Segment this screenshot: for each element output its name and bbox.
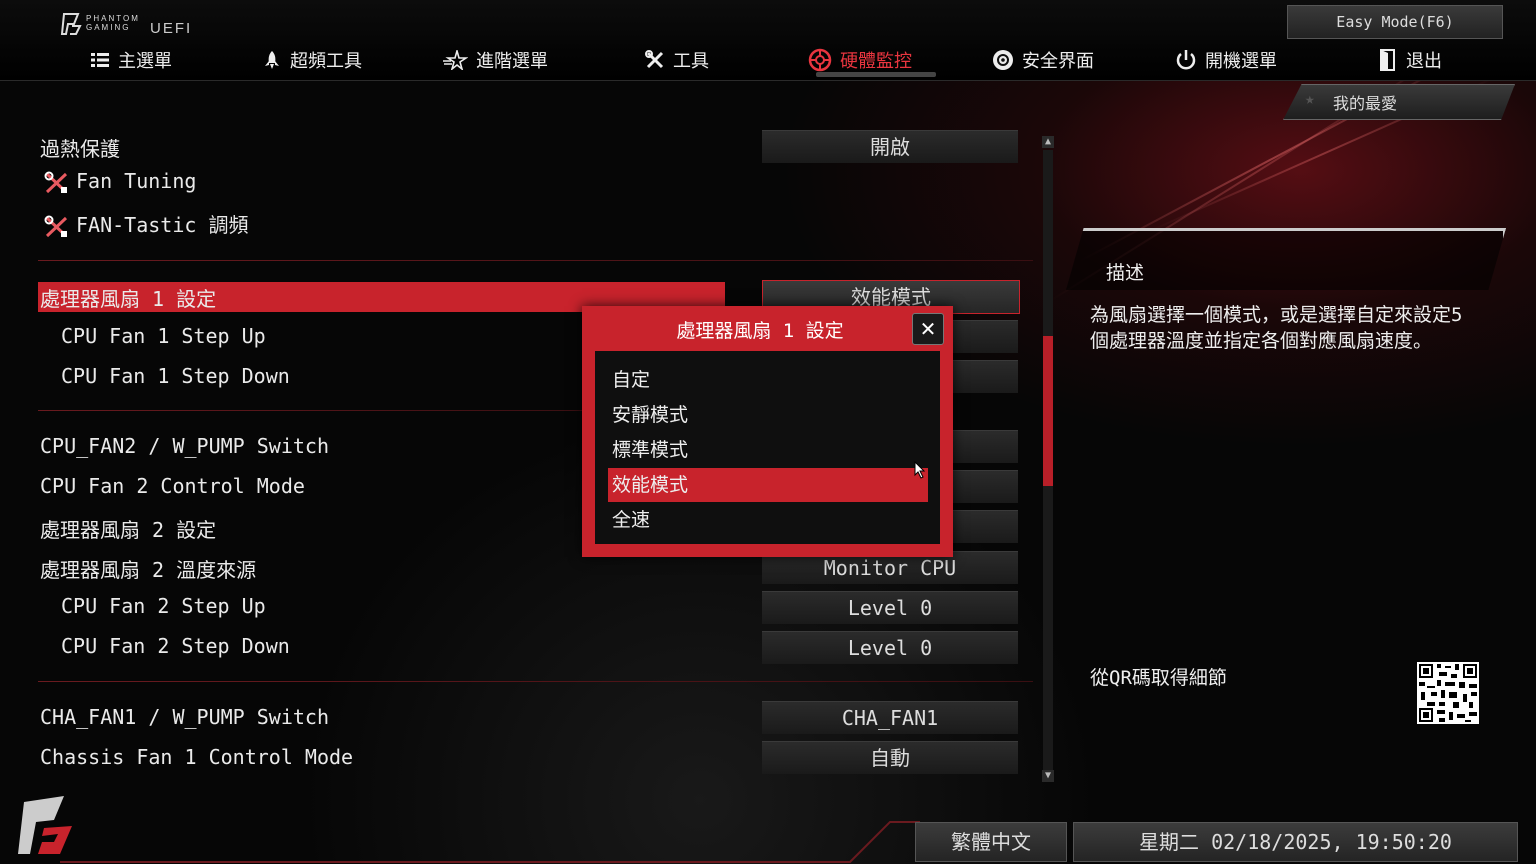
menu-oc-tweaker[interactable]: 超頻工具 bbox=[262, 46, 362, 74]
scroll-up-arrow-icon[interactable]: ▲ bbox=[1042, 136, 1054, 148]
menu-hw-monitor[interactable]: 硬體監控 bbox=[808, 46, 912, 74]
setting-cpu-fan2-control-mode[interactable]: CPU Fan 2 Control Mode bbox=[40, 474, 305, 498]
menu-advanced[interactable]: 進階選單 bbox=[442, 46, 548, 74]
favorite-frame bbox=[1283, 84, 1515, 120]
value-cpu-fan2-step-up[interactable]: Level 0 bbox=[762, 591, 1018, 624]
menu-boot[interactable]: 開機選單 bbox=[1175, 46, 1277, 74]
star-icon bbox=[443, 50, 468, 70]
fan-mode-popup: 處理器風扇 1 設定 ✕ 自定 安靜模式 標準模式 效能模式 全速 bbox=[582, 306, 953, 557]
menu-label: 開機選單 bbox=[1205, 51, 1277, 72]
star-icon: ★ bbox=[1305, 89, 1315, 108]
menu-label: 進階選單 bbox=[476, 51, 548, 72]
popup-option-list: 自定 安靜模式 標準模式 效能模式 全速 bbox=[595, 351, 940, 544]
settings-scrollbar[interactable]: ▲ ▼ bbox=[1041, 136, 1055, 784]
phantom-gaming-logo: PHANTOM GAMING UEFI bbox=[60, 12, 200, 40]
top-bar: PHANTOM GAMING UEFI Easy Mode(F6) 主選單 超頻… bbox=[0, 0, 1536, 81]
scroll-thumb[interactable] bbox=[1043, 336, 1053, 486]
setting-cpu-fan1-step-up[interactable]: CPU Fan 1 Step Up bbox=[61, 324, 266, 348]
value-cha-fan1-switch[interactable]: CHA_FAN1 bbox=[762, 701, 1018, 734]
menu-main[interactable]: 主選單 bbox=[90, 46, 172, 74]
value-cpu-fan2-step-down[interactable]: Level 0 bbox=[762, 631, 1018, 664]
menu-security[interactable]: 安全界面 bbox=[992, 46, 1094, 74]
language-button[interactable]: 繁體中文 bbox=[915, 822, 1067, 862]
section-divider bbox=[38, 681, 1033, 682]
fan-tuning-label: Fan Tuning bbox=[76, 169, 197, 193]
setting-cpu-fan1-setting[interactable]: 處理器風扇 1 設定 bbox=[40, 283, 216, 312]
setting-cpu-fan1-step-down[interactable]: CPU Fan 1 Step Down bbox=[61, 364, 290, 388]
pg-logo-icon bbox=[60, 13, 82, 35]
exit-icon bbox=[1380, 49, 1395, 71]
menu-label: 硬體監控 bbox=[840, 51, 912, 72]
setting-cpu-fan2-temp-source[interactable]: 處理器風扇 2 溫度來源 bbox=[40, 554, 256, 583]
mouse-cursor-icon bbox=[914, 461, 926, 479]
monitor-icon bbox=[808, 48, 832, 72]
datetime-display: 星期二 02/18/2025, 19:50:20 bbox=[1073, 822, 1518, 862]
menu-label: 工具 bbox=[673, 51, 709, 72]
power-icon bbox=[1176, 50, 1196, 70]
setting-chassis-fan1-control-mode[interactable]: Chassis Fan 1 Control Mode bbox=[40, 745, 353, 769]
description-title: 描述 bbox=[1106, 262, 1145, 284]
qr-code-icon bbox=[1417, 662, 1479, 724]
shield-icon bbox=[993, 50, 1013, 70]
menu-label: 安全界面 bbox=[1022, 51, 1094, 72]
setting-fan-tuning[interactable]: Fan Tuning bbox=[44, 169, 196, 195]
option-full-speed[interactable]: 全速 bbox=[608, 503, 928, 537]
option-standard[interactable]: 標準模式 bbox=[608, 433, 928, 467]
option-custom[interactable]: 自定 bbox=[608, 363, 928, 397]
scroll-down-arrow-icon[interactable]: ▼ bbox=[1042, 770, 1054, 782]
favorite-label: 我的最愛 bbox=[1333, 94, 1398, 113]
value-overheat-protection[interactable]: 開啟 bbox=[762, 130, 1018, 163]
list-icon bbox=[91, 53, 109, 67]
brand-text: PHANTOM GAMING bbox=[86, 14, 140, 32]
setting-fantastic-tuning[interactable]: FAN-Tastic 調頻 bbox=[44, 209, 248, 239]
my-favorite-button[interactable]: ★ 我的最愛 bbox=[1283, 84, 1515, 120]
section-divider bbox=[38, 410, 582, 411]
setting-cha-fan1-switch[interactable]: CHA_FAN1 / W_PUMP Switch bbox=[40, 705, 329, 729]
tools-icon bbox=[645, 50, 664, 69]
popup-title: 處理器風扇 1 設定 bbox=[676, 320, 844, 342]
menu-label: 退出 bbox=[1406, 51, 1442, 72]
fantastic-label: FAN-Tastic 調頻 bbox=[76, 213, 249, 237]
option-performance[interactable]: 效能模式 bbox=[608, 468, 928, 502]
section-divider bbox=[38, 260, 1033, 261]
fan-tuning-tools-icon bbox=[44, 171, 68, 193]
setting-cpu-fan2-step-down[interactable]: CPU Fan 2 Step Down bbox=[61, 634, 290, 658]
close-icon[interactable]: ✕ bbox=[912, 313, 944, 345]
rocket-icon bbox=[265, 51, 279, 69]
menu-exit[interactable]: 退出 bbox=[1378, 46, 1442, 74]
bottom-bar-trim bbox=[60, 821, 920, 863]
menu-label: 主選單 bbox=[118, 51, 172, 72]
active-tab-indicator bbox=[816, 72, 936, 77]
menu-label: 超頻工具 bbox=[290, 51, 362, 72]
menu-tool[interactable]: 工具 bbox=[645, 46, 709, 74]
uefi-label: UEFI bbox=[150, 20, 193, 37]
setting-overheat-protection[interactable]: 過熱保護 bbox=[40, 133, 120, 162]
description-text: 為風扇選擇一個模式，或是選擇自定來設定5個處理器溫度並指定各個對應風扇速度。 bbox=[1090, 304, 1463, 352]
qr-label: 從QR碼取得細節 bbox=[1090, 667, 1227, 689]
setting-cpu-fan2-setting[interactable]: 處理器風扇 2 設定 bbox=[40, 514, 216, 543]
fantastic-tools-icon bbox=[44, 215, 68, 237]
value-chassis-fan1-control-mode[interactable]: 自動 bbox=[762, 741, 1018, 774]
setting-cpu-fan2-switch[interactable]: CPU_FAN2 / W_PUMP Switch bbox=[40, 434, 329, 458]
setting-cpu-fan2-step-up[interactable]: CPU Fan 2 Step Up bbox=[61, 594, 266, 618]
easy-mode-button[interactable]: Easy Mode(F6) bbox=[1287, 5, 1503, 39]
option-silent[interactable]: 安靜模式 bbox=[608, 398, 928, 432]
